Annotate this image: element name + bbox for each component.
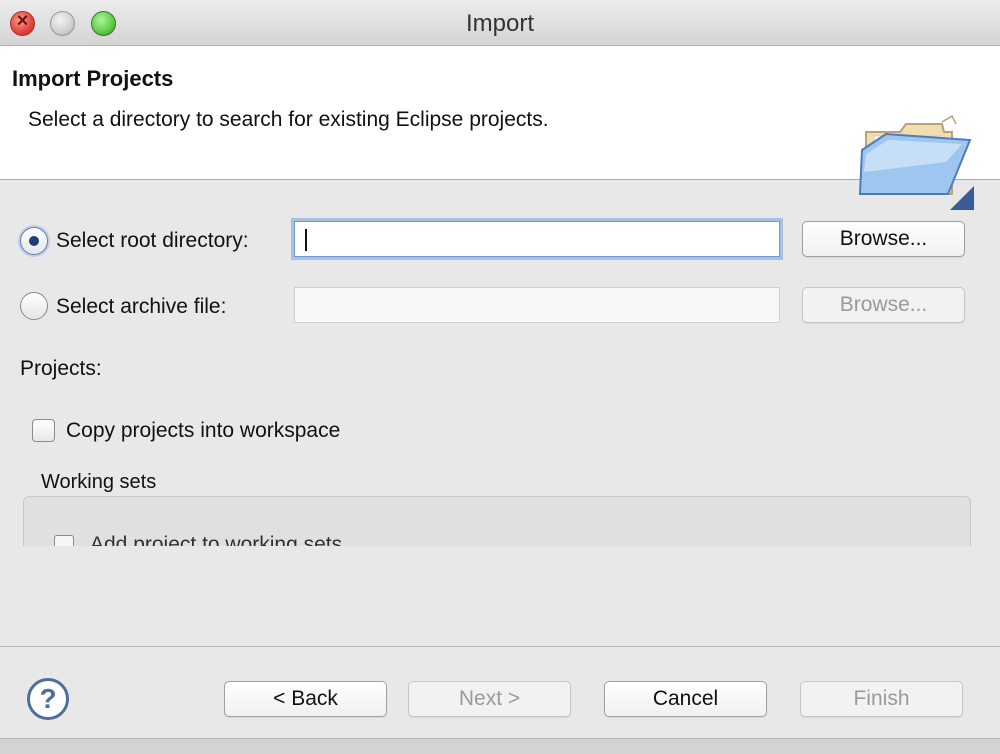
root-directory-label: Select root directory: xyxy=(56,229,249,252)
root-directory-radio[interactable] xyxy=(20,227,48,255)
root-directory-input[interactable] xyxy=(294,221,780,257)
text-caret xyxy=(305,229,307,251)
archive-file-label: Select archive file: xyxy=(56,295,227,318)
add-to-working-sets-label: Add project to working sets xyxy=(90,533,343,546)
next-button[interactable]: Next > xyxy=(408,681,571,717)
folder-icon xyxy=(858,114,974,210)
archive-file-browse-button[interactable]: Browse... xyxy=(802,287,965,323)
help-icon[interactable]: ? xyxy=(27,678,69,720)
wizard-page-description: Select a directory to search for existin… xyxy=(28,108,549,131)
wizard-page-title: Import Projects xyxy=(12,66,174,91)
archive-file-input[interactable] xyxy=(294,287,780,323)
background-window-strip xyxy=(0,738,1000,754)
working-sets-label: Working sets xyxy=(41,471,157,493)
copy-projects-label: Copy projects into workspace xyxy=(66,419,341,442)
archive-file-text[interactable] xyxy=(295,288,779,322)
title-bar[interactable]: Import xyxy=(0,0,1000,46)
copy-projects-checkbox[interactable] xyxy=(32,419,55,442)
archive-file-radio[interactable] xyxy=(20,292,48,320)
cancel-button[interactable]: Cancel xyxy=(604,681,767,717)
projects-label: Projects: xyxy=(20,357,102,380)
add-to-working-sets-checkbox[interactable] xyxy=(54,535,74,546)
wizard-header: Import Projects Select a directory to se… xyxy=(0,46,1000,210)
root-directory-text[interactable] xyxy=(295,222,779,256)
import-dialog: Import Import Projects Select a director… xyxy=(0,0,1000,754)
window-title: Import xyxy=(465,10,534,37)
finish-button[interactable]: Finish xyxy=(800,681,963,717)
root-directory-browse-button[interactable]: Browse... xyxy=(802,221,965,257)
back-button[interactable]: < Back xyxy=(224,681,387,717)
working-sets-group: Add project to working sets xyxy=(23,496,971,546)
button-bar-separator xyxy=(0,646,1000,647)
